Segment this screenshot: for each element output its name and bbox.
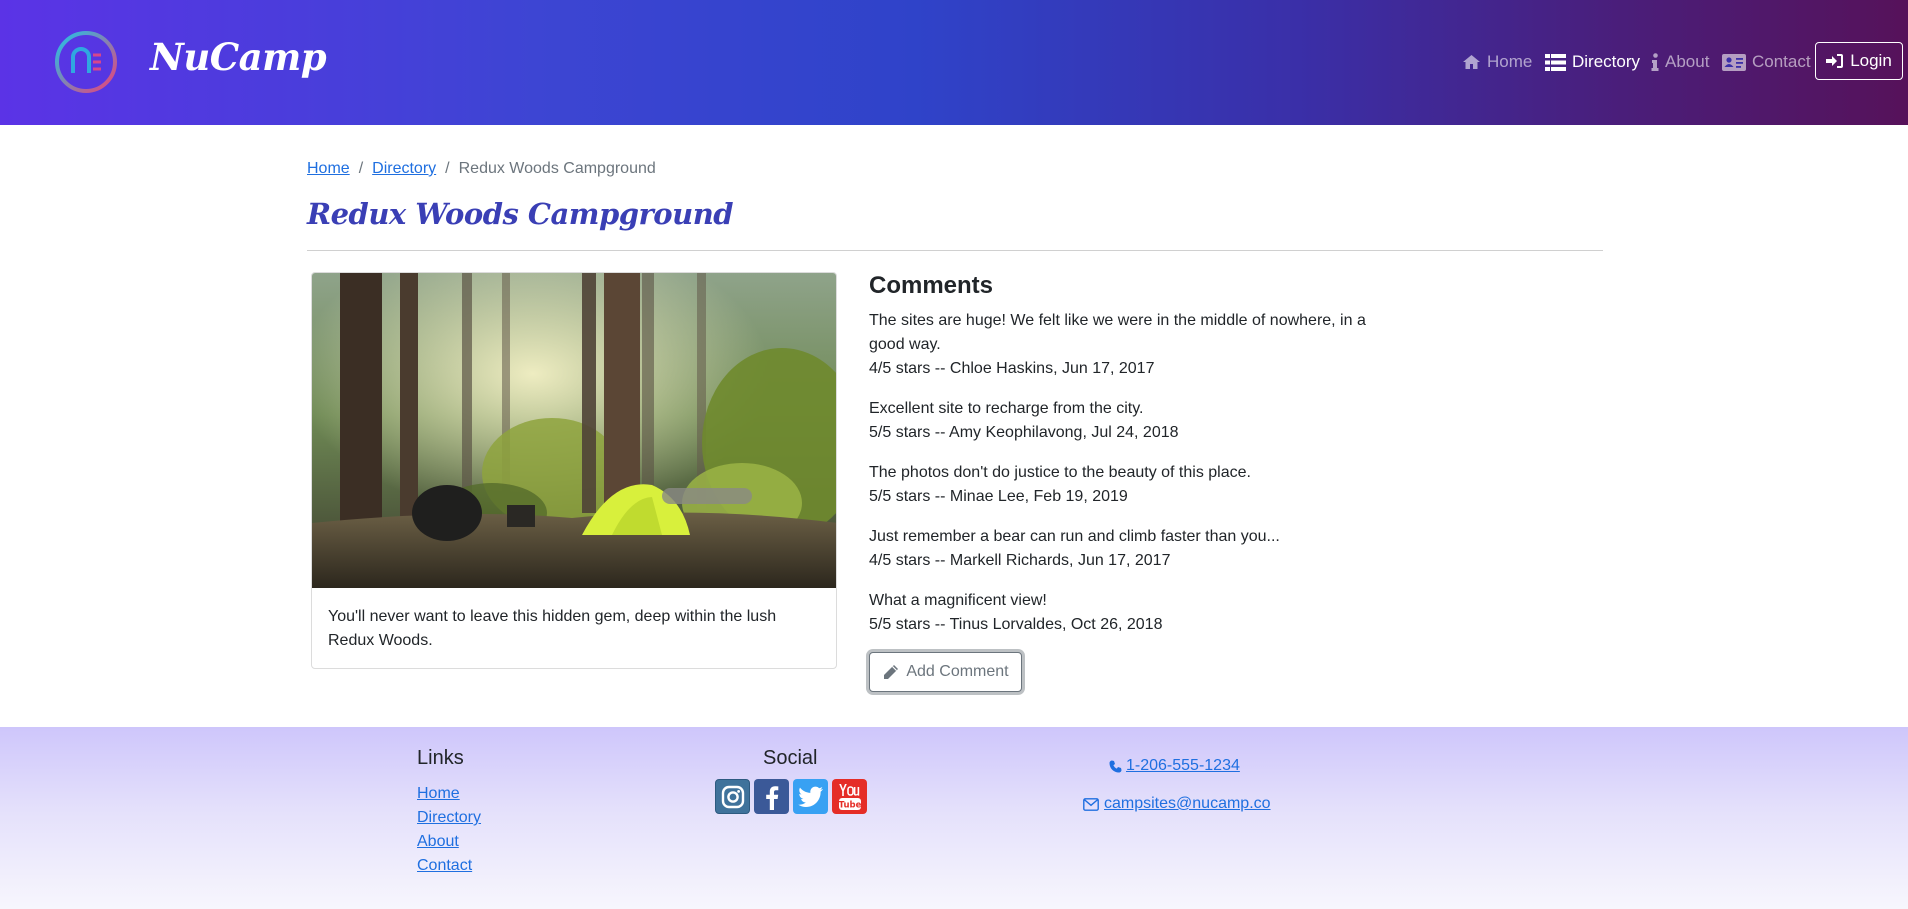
footer-link-about[interactable]: About <box>417 833 459 850</box>
nav-directory[interactable]: Directory <box>1545 50 1640 74</box>
comment-text: Just remember a bear can run and climb f… <box>869 528 1280 545</box>
comments-title: Comments <box>869 272 994 299</box>
nucamp-logo-icon[interactable] <box>53 29 119 95</box>
comment-item: Excellent site to recharge from the city… <box>869 397 1389 445</box>
page-title: Redux Woods Campground <box>307 197 734 231</box>
comment-meta: 4/5 stars -- Chloe Haskins, Jun 17, 2017 <box>869 360 1155 377</box>
comment-item: What a magnificent view! 5/5 stars -- Ti… <box>869 589 1389 637</box>
campsite-card: You'll never want to leave this hidden g… <box>311 272 837 669</box>
svg-text:Tube: Tube <box>838 800 861 810</box>
campsite-description: You'll never want to leave this hidden g… <box>328 608 777 649</box>
footer-links-title: Links <box>417 747 464 769</box>
instagram-icon[interactable] <box>715 779 750 814</box>
nav-directory-label: Directory <box>1572 52 1641 71</box>
sign-in-icon <box>1826 54 1844 68</box>
info-icon <box>1651 53 1659 71</box>
breadcrumb-separator: / <box>445 160 450 177</box>
comment-text: What a magnificent view! <box>869 592 1047 609</box>
title-divider <box>307 250 1603 251</box>
footer-email: campsites@nucamp.co <box>1083 795 1271 813</box>
pencil-icon <box>884 664 899 679</box>
footer-link-home[interactable]: Home <box>417 785 460 802</box>
comment-item: The photos don't do justice to the beaut… <box>869 461 1389 509</box>
youtube-icon[interactable]: Tube <box>832 779 867 814</box>
phone-icon <box>1109 760 1122 772</box>
envelope-icon <box>1083 797 1099 811</box>
comment-item: The sites are huge! We felt like we were… <box>869 309 1389 381</box>
navbar: NuCamp Home Directory About Contact Logi… <box>0 0 1908 125</box>
breadcrumb: Home / Directory / Redux Woods Campgroun… <box>307 160 656 178</box>
nav-about-label: About <box>1665 52 1710 71</box>
breadcrumb-home-link[interactable]: Home <box>307 160 350 178</box>
social-icons: Tube <box>715 779 867 814</box>
comment-meta: 4/5 stars -- Markell Richards, Jun 17, 2… <box>869 552 1171 569</box>
login-button[interactable]: Login <box>1815 42 1903 80</box>
footer-links: Home Directory About Contact <box>417 782 481 878</box>
comment-text: The sites are huge! We felt like we were… <box>869 312 1366 353</box>
comment-item: Just remember a bear can run and climb f… <box>869 525 1389 573</box>
phone-link[interactable]: 1-206-555-1234 <box>1126 757 1240 775</box>
comment-meta: 5/5 stars -- Tinus Lorvaldes, Oct 26, 20… <box>869 616 1163 633</box>
comment-text: Excellent site to recharge from the city… <box>869 400 1144 417</box>
add-comment-label: Add Comment <box>906 663 1009 680</box>
home-icon <box>1463 55 1480 69</box>
campsite-image <box>312 273 836 588</box>
brand-name[interactable]: NuCamp <box>150 35 327 79</box>
list-icon <box>1545 53 1566 71</box>
facebook-icon[interactable] <box>754 779 789 814</box>
comment-text: The photos don't do justice to the beaut… <box>869 464 1251 481</box>
nav-home-label: Home <box>1487 52 1533 71</box>
nav-contact-label: Contact <box>1752 52 1811 71</box>
address-card-icon <box>1722 53 1746 71</box>
comment-meta: 5/5 stars -- Minae Lee, Feb 19, 2019 <box>869 488 1128 505</box>
add-comment-button[interactable]: Add Comment <box>869 652 1022 692</box>
nav-about[interactable]: About <box>1651 50 1709 74</box>
twitter-icon[interactable] <box>793 779 828 814</box>
comment-meta: 5/5 stars -- Amy Keophilavong, Jul 24, 2… <box>869 424 1179 441</box>
nav-contact[interactable]: Contact <box>1722 50 1811 74</box>
comments-list: The sites are huge! We felt like we were… <box>869 309 1389 637</box>
footer-link-contact[interactable]: Contact <box>417 857 472 874</box>
footer-link-directory[interactable]: Directory <box>417 809 481 826</box>
email-link[interactable]: campsites@nucamp.co <box>1104 795 1271 813</box>
login-label: Login <box>1850 51 1892 70</box>
breadcrumb-separator: / <box>358 160 364 177</box>
footer-phone: 1-206-555-1234 <box>1109 757 1240 775</box>
footer: Links Home Directory About Contact Socia… <box>0 727 1908 909</box>
footer-social-title: Social <box>763 747 818 769</box>
nav-home[interactable]: Home <box>1462 50 1532 74</box>
breadcrumb-current: Redux Woods Campground <box>458 160 656 177</box>
breadcrumb-directory-link[interactable]: Directory <box>372 160 436 178</box>
